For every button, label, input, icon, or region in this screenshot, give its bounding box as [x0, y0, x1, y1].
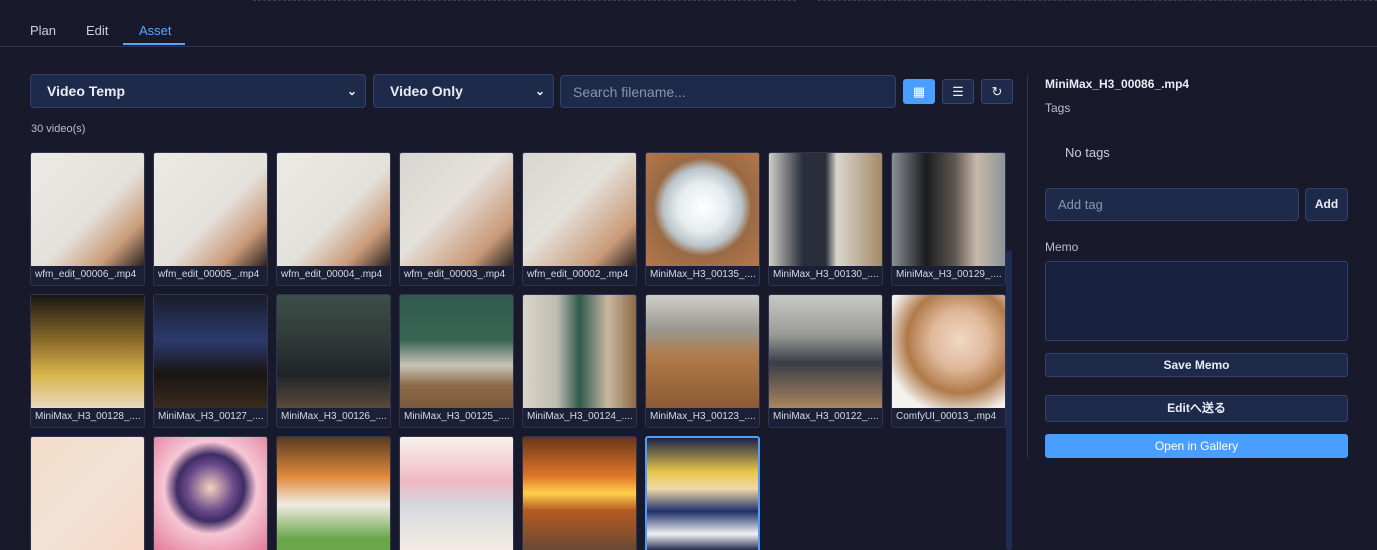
active-tab-indicator: [123, 43, 185, 45]
video-thumbnail: [277, 153, 390, 266]
video-thumbnail: [400, 437, 513, 550]
video-count: 30 video(s): [31, 123, 86, 135]
video-thumbnail: [647, 438, 758, 550]
video-card[interactable]: [522, 436, 637, 550]
video-filename: MiniMax_H3_00124_....: [527, 411, 633, 422]
video-thumbnail: [646, 295, 759, 408]
video-card[interactable]: wfm_edit_00003_.mp4: [399, 152, 514, 286]
video-filename: MiniMax_H3_00122_....: [773, 411, 879, 422]
video-filename: MiniMax_H3_00125_....: [404, 411, 510, 422]
memo-label: Memo: [1045, 240, 1079, 254]
video-card[interactable]: wfm_edit_00004_.mp4: [276, 152, 391, 286]
save-memo-button[interactable]: Save Memo: [1045, 353, 1348, 377]
video-thumbnail: [523, 153, 636, 266]
video-thumbnail: [892, 153, 1005, 266]
video-thumbnail: [769, 295, 882, 408]
send-to-edit-button[interactable]: Editへ送る: [1045, 395, 1348, 422]
grid-scrollbar[interactable]: [1006, 250, 1012, 550]
video-thumbnail: [400, 153, 513, 266]
video-card[interactable]: MiniMax_H3_00123_....: [645, 294, 760, 428]
list-view-button[interactable]: ☰: [942, 79, 974, 104]
video-filename: MiniMax_H3_00130_....: [773, 269, 879, 280]
video-filename: wfm_edit_00002_.mp4: [527, 269, 629, 280]
chevron-down-icon: ⌄: [534, 84, 545, 98]
video-filename: wfm_edit_00006_.mp4: [35, 269, 137, 280]
video-filename: wfm_edit_00003_.mp4: [404, 269, 506, 280]
type-select-value: Video Only: [390, 83, 463, 99]
type-select[interactable]: Video Only ⌄: [373, 74, 554, 108]
video-card[interactable]: [30, 436, 145, 550]
video-card[interactable]: MiniMax_H3_00126_....: [276, 294, 391, 428]
tab-plan[interactable]: Plan: [30, 23, 56, 38]
folder-select[interactable]: Video Temp ⌄: [30, 74, 366, 108]
video-card[interactable]: MiniMax_H3_00125_....: [399, 294, 514, 428]
video-thumbnail: [31, 437, 144, 550]
tags-label: Tags: [1045, 101, 1071, 115]
grid-view-icon: ▦: [912, 84, 926, 99]
video-filename: MiniMax_H3_00135_....: [650, 269, 756, 280]
video-card[interactable]: MiniMax_H3_00130_....: [768, 152, 883, 286]
video-card[interactable]: wfm_edit_00006_.mp4: [30, 152, 145, 286]
video-thumbnail: [523, 295, 636, 408]
chevron-down-icon: ⌄: [346, 84, 357, 98]
selected-file-title: MiniMax_H3_00086_.mp4: [1045, 77, 1190, 91]
video-thumbnail: [523, 437, 636, 550]
video-filename: MiniMax_H3_00129_....: [896, 269, 1002, 280]
video-thumbnail: [646, 153, 759, 266]
no-tags-text: No tags: [1065, 145, 1110, 160]
video-thumbnail: [892, 295, 1005, 408]
video-filename: MiniMax_H3_00126_....: [281, 411, 387, 422]
video-thumbnail: [400, 295, 513, 408]
add-tag-button[interactable]: Add: [1305, 188, 1348, 221]
video-card[interactable]: [399, 436, 514, 550]
video-filename: MiniMax_H3_00123_....: [650, 411, 756, 422]
grid-view-button[interactable]: ▦: [903, 79, 935, 104]
top-divider-right: [818, 0, 1377, 3]
video-thumbnail: [277, 295, 390, 408]
video-card-selected[interactable]: [645, 436, 760, 550]
video-thumbnail: [31, 153, 144, 266]
folder-select-value: Video Temp: [47, 83, 126, 99]
video-card[interactable]: MiniMax_H3_00135_....: [645, 152, 760, 286]
tab-edit[interactable]: Edit: [86, 23, 108, 38]
video-card[interactable]: MiniMax_H3_00129_....: [891, 152, 1006, 286]
video-card[interactable]: [276, 436, 391, 550]
top-divider-left: [253, 0, 796, 3]
video-card[interactable]: ComfyUI_00013_.mp4: [891, 294, 1006, 428]
video-thumbnail: [154, 153, 267, 266]
video-thumbnail: [154, 295, 267, 408]
video-card[interactable]: wfm_edit_00002_.mp4: [522, 152, 637, 286]
video-thumbnail: [277, 437, 390, 550]
video-thumbnail: [31, 295, 144, 408]
video-thumbnail: [154, 437, 267, 550]
video-card[interactable]: MiniMax_H3_00124_....: [522, 294, 637, 428]
open-gallery-button[interactable]: Open in Gallery: [1045, 434, 1348, 458]
video-card[interactable]: [153, 436, 268, 550]
video-card[interactable]: MiniMax_H3_00127_....: [153, 294, 268, 428]
memo-textarea[interactable]: [1045, 261, 1348, 341]
refresh-button[interactable]: ↻: [981, 79, 1013, 104]
video-grid: wfm_edit_00006_.mp4 wfm_edit_00005_.mp4 …: [30, 152, 1006, 550]
video-card[interactable]: MiniMax_H3_00122_....: [768, 294, 883, 428]
panel-divider: [1027, 75, 1028, 459]
video-filename: wfm_edit_00005_.mp4: [158, 269, 260, 280]
video-thumbnail: [769, 153, 882, 266]
video-card[interactable]: MiniMax_H3_00128_....: [30, 294, 145, 428]
refresh-icon: ↻: [991, 84, 1003, 99]
tab-asset[interactable]: Asset: [139, 23, 172, 38]
list-view-icon: ☰: [952, 84, 964, 99]
video-card[interactable]: wfm_edit_00005_.mp4: [153, 152, 268, 286]
video-filename: ComfyUI_00013_.mp4: [896, 411, 997, 422]
video-filename: MiniMax_H3_00128_....: [35, 411, 141, 422]
search-input[interactable]: [560, 75, 896, 108]
video-filename: MiniMax_H3_00127_....: [158, 411, 264, 422]
video-filename: wfm_edit_00004_.mp4: [281, 269, 383, 280]
tab-bar: Plan Edit Asset: [0, 14, 1377, 47]
add-tag-input[interactable]: [1045, 188, 1299, 221]
